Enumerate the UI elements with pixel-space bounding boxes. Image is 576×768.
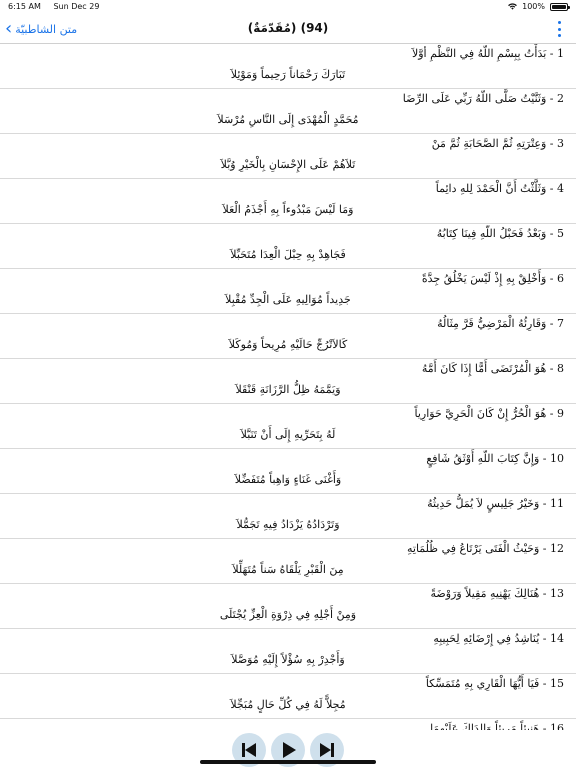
verse-first-hemistich: 6 - وَأَخْلِقْ بِهِ إِذْ لَيْسَ يَخْلُقُ… xyxy=(421,272,564,285)
verse-first-hemistich: 16 - هَنِيئاً مَرِيئاً وَالِدَاكَ عَلَيْ… xyxy=(430,722,564,730)
status-left: 6:15 AM Sun Dec 29 xyxy=(8,2,109,11)
verse-second-hemistich: وَتَرْدَادُهُ يَزْدَادُ فِيهِ تَجَمُّلاَ xyxy=(236,518,340,531)
verse-item[interactable]: 7 - وَقَارِئُهُ الْمَرْضِيُّ قَرَّ مِثَا… xyxy=(0,314,576,359)
more-options-icon[interactable] xyxy=(556,21,562,37)
verse-item[interactable]: 4 - وَثَلَّثْتُ أَنَّ الْحَمْدَ لِلهِ دا… xyxy=(0,179,576,224)
verse-second-hemistich: وَأَغْنَى غَنَاءٍ وَاهِباً مُتَفَضِّلاَ xyxy=(234,473,342,486)
verse-second-hemistich: وَمِنْ أَجْلِهِ فِي ذِرْوَةِ الْعِزِّ يُ… xyxy=(219,608,357,621)
status-bar: 6:15 AM Sun Dec 29 100% xyxy=(0,0,576,14)
wifi-icon xyxy=(508,3,517,10)
verse-second-hemistich: وَأَجْدِرْ بِهِ سُؤْلاً إِلَيْهِ مُوَصَّ… xyxy=(231,653,345,666)
verse-first-hemistich: 12 - وَحَيْثُ الْفَتَى يَرْتَاعُ فِي ظُل… xyxy=(407,542,564,555)
status-time: 6:15 AM xyxy=(8,2,41,11)
verse-first-hemistich: 13 - هُنَالِكَ يَهْنِيهِ مَقِيلاً وَرَوْ… xyxy=(430,587,564,600)
verse-second-hemistich: وَمَا لَيْسَ مَبْدُوءاً بِهِ أَجْذَمُ ال… xyxy=(222,203,354,216)
verse-first-hemistich: 3 - وَعِتْرَتِهِ ثُمَّ الصَّحَابَةِ ثُمَ… xyxy=(431,137,564,150)
verse-first-hemistich: 1 - بَدَأْتُ بِبِسْمِ اللّهُ فِي النَّظْ… xyxy=(411,47,564,60)
verse-first-hemistich: 7 - وَقَارِئُهُ الْمَرْضِيُّ قَرَّ مِثَا… xyxy=(437,317,564,330)
verse-first-hemistich: 4 - وَثَلَّثْتُ أَنَّ الْحَمْدَ لِلهِ دا… xyxy=(435,182,564,195)
status-right: 100% xyxy=(508,2,570,11)
verse-item[interactable]: 11 - وَخَيْرُ جَلِيسٍ لاَ يُمَلُّ حَدِيث… xyxy=(0,494,576,539)
verse-item[interactable]: 5 - وَبَعْدُ فَحَبْلُ اللّهِ فِينَا كِتَ… xyxy=(0,224,576,269)
verse-item[interactable]: 8 - هُوَ الْمُرْتَضَى أَمًّا إِذَا كَانَ… xyxy=(0,359,576,404)
navigation-bar: ‹ متن الشاطبيّة (مُقَدّمَةٌ) (94) xyxy=(0,14,576,44)
verse-item[interactable]: 15 - فَيَا أَيُّهَا الْقَارِي بِهِ مُتَم… xyxy=(0,674,576,719)
verse-first-hemistich: 15 - فَيَا أَيُّهَا الْقَارِي بِهِ مُتَم… xyxy=(425,677,564,690)
verse-first-hemistich: 10 - وَإِنَّ كِتَابَ اللّهِ أَوْثَقُ شَا… xyxy=(426,452,564,465)
verse-second-hemistich: مُجِلاًّ لَهُ فِي كُلِّ حَالٍ مُبَجِّلاَ xyxy=(230,698,346,711)
verse-second-hemistich: جَدِيداً مُوَالِيهِ عَلَى الْجِدِّ مُقْب… xyxy=(225,293,351,306)
verse-first-hemistich: 5 - وَبَعْدُ فَحَبْلُ اللّهِ فِينَا كِتَ… xyxy=(436,227,564,240)
verse-item[interactable]: 6 - وَأَخْلِقْ بِهِ إِذْ لَيْسَ يَخْلُقُ… xyxy=(0,269,576,314)
battery-icon xyxy=(550,2,570,11)
verse-item[interactable]: 9 - هُوَ الْحُرُّ إِنْ كَانَ الْحَرِيَّ … xyxy=(0,404,576,449)
verse-item[interactable]: 12 - وَحَيْثُ الْفَتَى يَرْتَاعُ فِي ظُل… xyxy=(0,539,576,584)
battery-percent: 100% xyxy=(522,2,545,11)
verse-first-hemistich: 8 - هُوَ الْمُرْتَضَى أَمًّا إِذَا كَانَ… xyxy=(421,362,564,375)
verse-item[interactable]: 14 - يُنَاشِدُ فِي إِرْضَائِهِ لِحَبِيبِ… xyxy=(0,629,576,674)
verse-item[interactable]: 13 - هُنَالِكَ يَهْنِيهِ مَقِيلاً وَرَوْ… xyxy=(0,584,576,629)
home-indicator xyxy=(200,760,376,764)
verse-second-hemistich: كَالاَتْرُجِّ حَالَيْهِ مُرِيحاً وَمُوكَ… xyxy=(228,338,348,351)
verse-item[interactable]: 10 - وَإِنَّ كِتَابَ اللّهِ أَوْثَقُ شَا… xyxy=(0,449,576,494)
verse-list[interactable]: 1 - بَدَأْتُ بِبِسْمِ اللّهُ فِي النَّظْ… xyxy=(0,44,576,730)
status-date: Sun Dec 29 xyxy=(53,2,100,11)
verse-second-hemistich: وَيَمَّمَهُ ظِلُّ الرَّزَانَةِ قَنْقَلاَ xyxy=(235,383,341,396)
page-title: (مُقَدّمَةٌ) (94) xyxy=(247,21,329,35)
verse-item[interactable]: 2 - وَثَنَّيْتُ صَلَّى اللّهُ رَبِّي عَل… xyxy=(0,89,576,134)
verse-item[interactable]: 16 - هَنِيئاً مَرِيئاً وَالِدَاكَ عَلَيْ… xyxy=(0,719,576,730)
verse-first-hemistich: 9 - هُوَ الْحُرُّ إِنْ كَانَ الْحَرِيَّ … xyxy=(414,407,564,420)
verse-second-hemistich: فَجَاهِدْ بِهِ حِبْلَ الْعِدَا مُتَحَبِّ… xyxy=(230,248,346,261)
verse-second-hemistich: مُحَمَّدٍ الْمُهْدَى إِلَى النَّاسِ مُرْ… xyxy=(217,113,359,126)
verse-item[interactable]: 1 - بَدَأْتُ بِبِسْمِ اللّهُ فِي النَّظْ… xyxy=(0,44,576,89)
verse-first-hemistich: 14 - يُنَاشِدُ فِي إِرْضَائِهِ لِحَبِيبِ… xyxy=(433,632,564,645)
verse-second-hemistich: مِنَ الْقَبْرِ يَلْقَاهُ سَناً مُتَهَلِّ… xyxy=(232,563,344,576)
verse-first-hemistich: 2 - وَثَنَّيْتُ صَلَّى اللّهُ رَبِّي عَل… xyxy=(402,92,564,105)
verse-item[interactable]: 3 - وَعِتْرَتِهِ ثُمَّ الصَّحَابَةِ ثُمَ… xyxy=(0,134,576,179)
verse-second-hemistich: لَهُ بِتَحَرِّيهِ إِلَى أَنْ تَنَبَّلاَ xyxy=(240,428,336,441)
verse-first-hemistich: 11 - وَخَيْرُ جَلِيسٍ لاَ يُمَلُّ حَدِيث… xyxy=(427,497,564,510)
verse-second-hemistich: تَبَارَكَ رَحْمَاناً رَحِيماً وَمَوْئِلا… xyxy=(230,68,346,81)
verse-second-hemistich: تَلاَهُمْ عَلَى الإِحْسَانِ بِالْخَيْرِ … xyxy=(220,158,356,171)
